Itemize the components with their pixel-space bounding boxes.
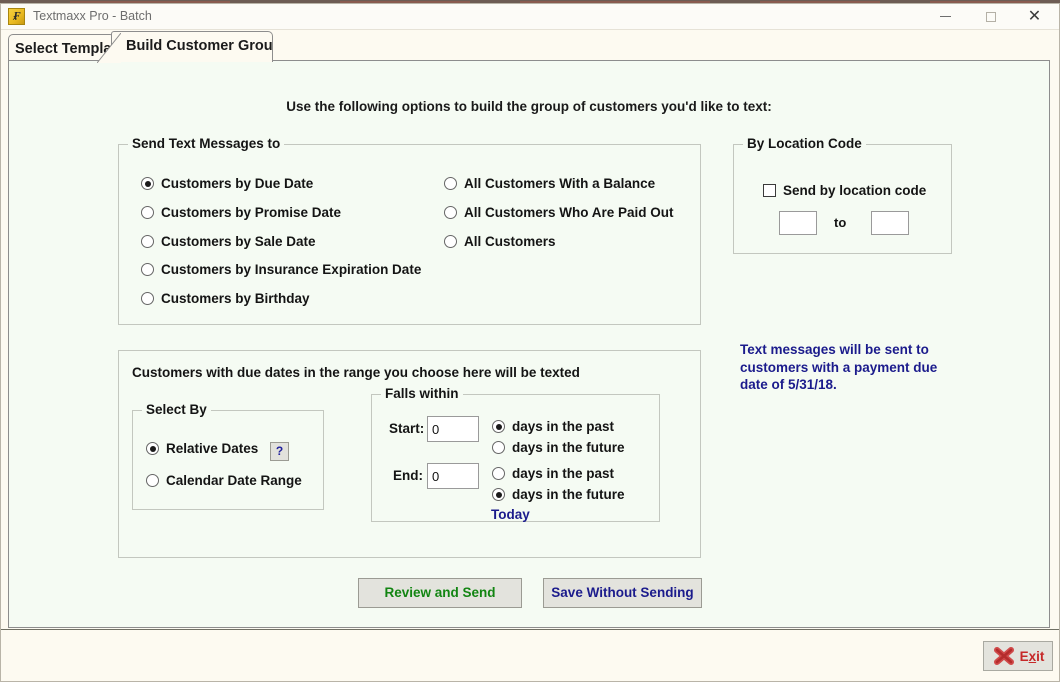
exit-label-post: it [1036, 648, 1045, 664]
option-label: Customers by Insurance Expiration Date [161, 262, 422, 277]
end-days-input[interactable] [427, 463, 479, 489]
send-text-messages-group: Send Text Messages to Customers by Due D… [118, 136, 701, 325]
radio-icon [141, 235, 154, 248]
minimize-button[interactable] [923, 4, 968, 29]
exit-button[interactable]: Exit [983, 641, 1053, 671]
radio-end-days-in-the-past[interactable]: days in the past [492, 466, 614, 481]
footer-separator [1, 629, 1059, 630]
save-without-sending-button[interactable]: Save Without Sending [543, 578, 702, 608]
radio-icon [492, 488, 505, 501]
option-label: days in the past [512, 466, 615, 481]
radio-calendar-date-range[interactable]: Calendar Date Range [146, 473, 302, 488]
content-pane: Use the following options to build the g… [8, 60, 1050, 628]
tab-strip: Select Template Build Customer Group [1, 30, 1059, 63]
radio-customers-by-promise-date[interactable]: Customers by Promise Date [141, 205, 341, 220]
radio-icon [141, 263, 154, 276]
radio-customers-by-due-date[interactable]: Customers by Due Date [141, 176, 313, 191]
radio-icon [141, 292, 154, 305]
close-button[interactable]: ✕ [1012, 4, 1057, 29]
tab-select-template[interactable]: Select Template [8, 34, 113, 62]
main-window: Fx Textmaxx Pro - Batch ✕ Select Templat… [0, 3, 1060, 682]
option-label: All Customers [464, 234, 556, 249]
radio-start-days-in-the-future[interactable]: days in the future [492, 440, 625, 455]
application-window: Fx Textmaxx Pro - Batch ✕ Select Templat… [0, 0, 1060, 682]
option-label: Customers by Sale Date [161, 234, 316, 249]
info-message: Text messages will be sent to customers … [740, 342, 938, 392]
page-instruction: Use the following options to build the g… [286, 99, 772, 114]
radio-all-customers-who-are-paid-out[interactable]: All Customers Who Are Paid Out [444, 205, 674, 220]
review-and-send-button[interactable]: Review and Send [358, 578, 522, 608]
radio-icon [444, 177, 457, 190]
location-code-from-input[interactable] [779, 211, 817, 235]
radio-icon [141, 206, 154, 219]
radio-icon [146, 474, 159, 487]
today-link[interactable]: Today [491, 507, 530, 522]
checkbox-label: Send by location code [783, 183, 927, 198]
due-dates-caption: Customers with due dates in the range yo… [132, 365, 580, 380]
option-label: Calendar Date Range [166, 473, 302, 488]
app-icon: Fx [8, 8, 25, 25]
red-x-icon [993, 647, 1014, 665]
radio-icon [492, 420, 505, 433]
checkbox-icon [763, 184, 776, 197]
radio-end-days-in-the-future[interactable]: days in the future [492, 487, 625, 502]
option-label: days in the future [512, 487, 625, 502]
help-button[interactable]: ? [270, 442, 289, 461]
title-bar: Fx Textmaxx Pro - Batch ✕ [1, 4, 1059, 30]
location-code-group: By Location Code Send by location code t… [733, 136, 952, 254]
option-label: days in the past [512, 419, 615, 434]
radio-icon [444, 206, 457, 219]
minimize-icon [940, 16, 951, 18]
radio-customers-by-insurance-expiration-date[interactable]: Customers by Insurance Expiration Date [141, 262, 421, 277]
send-text-messages-legend: Send Text Messages to [128, 136, 285, 151]
radio-icon [492, 467, 505, 480]
radio-all-customers-with-a-balance[interactable]: All Customers With a Balance [444, 176, 655, 191]
radio-icon [492, 441, 505, 454]
falls-within-group: Falls within Start: days in the past day… [371, 386, 660, 522]
option-label: All Customers With a Balance [464, 176, 656, 191]
maximize-button[interactable] [968, 4, 1013, 29]
radio-customers-by-sale-date[interactable]: Customers by Sale Date [141, 234, 316, 249]
radio-icon [444, 235, 457, 248]
window-title: Textmaxx Pro - Batch [33, 9, 152, 23]
checkbox-send-by-location-code[interactable]: Send by location code [763, 183, 926, 198]
option-label: Customers by Promise Date [161, 205, 342, 220]
option-label: Relative Dates [166, 441, 259, 456]
start-days-input[interactable] [427, 416, 479, 442]
radio-start-days-in-the-past[interactable]: days in the past [492, 419, 614, 434]
radio-icon [141, 177, 154, 190]
end-label: End: [393, 468, 423, 483]
location-code-legend: By Location Code [743, 136, 866, 151]
radio-icon [146, 442, 159, 455]
tab-build-customer-group[interactable]: Build Customer Group [111, 31, 273, 62]
maximize-icon [985, 12, 996, 23]
select-by-group: Select By Relative Dates Calendar Date R… [132, 402, 324, 510]
location-code-to-label: to [834, 215, 847, 230]
falls-within-legend: Falls within [381, 386, 463, 401]
exit-label-accel: x [1028, 648, 1037, 664]
location-code-to-input[interactable] [871, 211, 909, 235]
exit-label: Exit [1020, 649, 1045, 664]
option-label: Customers by Birthday [161, 291, 310, 306]
radio-customers-by-birthday[interactable]: Customers by Birthday [141, 291, 310, 306]
exit-label-pre: E [1019, 648, 1029, 664]
option-label: All Customers Who Are Paid Out [464, 205, 674, 220]
option-label: days in the future [512, 440, 625, 455]
radio-relative-dates[interactable]: Relative Dates [146, 441, 258, 456]
start-label: Start: [389, 421, 425, 436]
radio-all-customers[interactable]: All Customers [444, 234, 556, 249]
select-by-legend: Select By [142, 402, 211, 417]
option-label: Customers by Due Date [161, 176, 314, 191]
